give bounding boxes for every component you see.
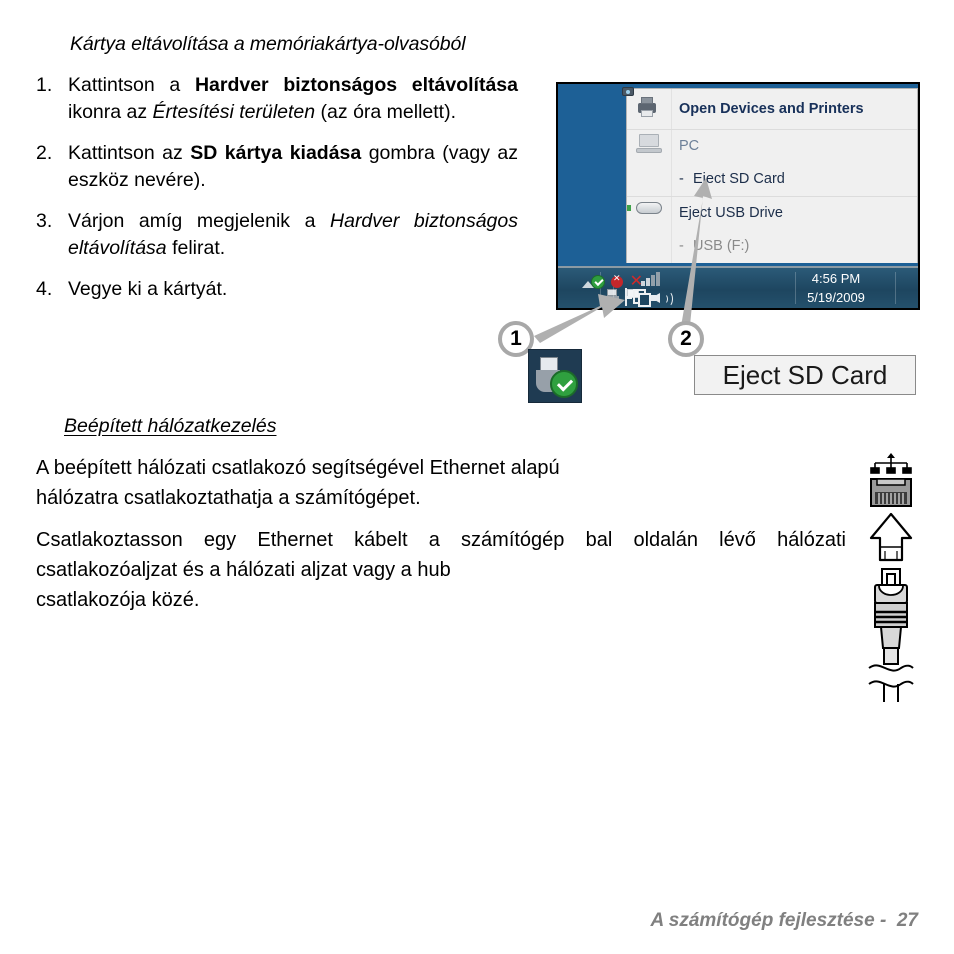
menu-item-label: USB (F:) xyxy=(693,238,750,254)
menu-item-label: Eject SD Card xyxy=(693,171,785,187)
bullet-dash: - xyxy=(679,171,684,187)
callout-marker-2: 2 xyxy=(668,321,704,357)
safely-remove-hardware-icon-magnified xyxy=(528,349,582,403)
step-text-segment: (az óra mellett). xyxy=(315,100,457,123)
taskbar-divider xyxy=(895,272,896,304)
menu-group-pc: PC xyxy=(627,130,917,162)
menu-item-usb-f[interactable]: - USB (F:) xyxy=(627,229,917,263)
step-text-segment: Vegye ki a kártyát. xyxy=(68,278,228,300)
step-text: Kattintson az SD kártya kiadása gombra (… xyxy=(68,140,518,193)
menu-item-eject-sd-card[interactable]: - Eject SD Card xyxy=(627,162,917,196)
up-arrow-icon xyxy=(869,512,913,562)
step-number: 3. xyxy=(36,210,53,232)
step-text-segment: felirat. xyxy=(166,236,226,259)
bullet-dash: - xyxy=(679,238,684,254)
windows-taskbar: ✕ 4:56 PM 5/19/2009 xyxy=(558,266,918,308)
printer-icon xyxy=(622,87,663,122)
menu-section-usb: Eject USB Drive - USB (F:) xyxy=(627,196,917,263)
ethernet-illustration xyxy=(868,453,914,702)
step-text-segment: Kattintson a xyxy=(68,74,195,96)
menu-section-pc: PC - Eject SD Card xyxy=(627,129,917,196)
windows-screenshot: Open Devices and Printers PC - Eject SD … xyxy=(556,82,920,310)
step-number: 4. xyxy=(36,278,53,300)
usb-drive-icon xyxy=(627,200,663,226)
step-text-segment: Értesítési területen xyxy=(152,100,316,123)
list-item: 1. Kattintson a Hardver biztonságos eltá… xyxy=(36,72,518,125)
safely-remove-hardware-menu: Open Devices and Printers PC - Eject SD … xyxy=(622,87,918,263)
step-text: Vegye ki a kártyát. xyxy=(68,276,518,303)
taskbar-clock[interactable]: 4:56 PM 5/19/2009 xyxy=(788,269,884,307)
menu-section-devices: Open Devices and Printers xyxy=(622,87,917,129)
menu-group-label: Eject USB Drive xyxy=(679,205,783,221)
list-item: 3. Várjon amíg megjelenik a Hardver bizt… xyxy=(36,208,518,261)
numbered-step-list: 1. Kattintson a Hardver biztonságos eltá… xyxy=(36,72,536,303)
section-heading: Kártya eltávolítása a memóriakártya-olva… xyxy=(70,33,466,55)
paragraph-text: Csatlakoztasson egy Ethernet kábelt a sz… xyxy=(36,529,846,581)
paragraph-text: A beépített hálózati csatlakozó segítség… xyxy=(36,457,560,479)
clock-time: 4:56 PM xyxy=(811,271,861,286)
eject-sd-card-label-magnified: Eject SD Card xyxy=(694,355,916,395)
step-text-segment: SD kártya kiadása xyxy=(190,142,362,164)
sub-heading: Beépített hálózatkezelés xyxy=(64,415,277,437)
menu-item-open-devices-and-printers[interactable]: Open Devices and Printers xyxy=(622,87,917,129)
clock-date: 5/19/2009 xyxy=(807,290,865,305)
paragraph-network-connect: Csatlakoztasson egy Ethernet kábelt a sz… xyxy=(36,525,846,615)
paragraph-text-last-line: csatlakozója közé. xyxy=(36,589,200,611)
cable-break-icon xyxy=(868,664,914,702)
list-item: 4. Vegye ki a kártyát. xyxy=(36,276,518,303)
document-page: Kártya eltávolítása a memóriakártya-olva… xyxy=(0,0,954,954)
paragraph-network-intro: A beépített hálózati csatlakozó segítség… xyxy=(36,453,846,513)
page-footer: A számítógép fejlesztése - 27 xyxy=(650,910,918,931)
rj45-plug-icon xyxy=(874,568,908,665)
menu-item-label: Open Devices and Printers xyxy=(679,101,864,117)
paragraph-text-last-line: hálózatra csatlakoztathatja a számítógép… xyxy=(36,487,421,509)
rj45-port-icon xyxy=(870,478,912,507)
menu-group-eject-usb-drive: Eject USB Drive xyxy=(627,197,917,229)
list-item: 2. Kattintson az SD kártya kiadása gombr… xyxy=(36,140,518,193)
step-text-segment: Várjon amíg megjelenik a xyxy=(68,210,331,232)
step-number: 1. xyxy=(36,74,53,96)
step-text: Várjon amíg megjelenik a Hardver biztons… xyxy=(68,208,518,261)
step-number: 2. xyxy=(36,142,53,164)
step-text-segment: ikonra az xyxy=(68,100,153,123)
menu-group-label: PC xyxy=(679,138,700,154)
network-symbol-icon xyxy=(870,453,912,474)
step-text-segment: Hardver biztonságos eltávolítása xyxy=(194,74,518,96)
step-text: Kattintson a Hardver biztonságos eltávol… xyxy=(68,72,518,125)
laptop-icon xyxy=(635,133,663,159)
step-text-segment: Kattintson az xyxy=(68,142,191,164)
notification-area: ✕ xyxy=(591,272,673,307)
